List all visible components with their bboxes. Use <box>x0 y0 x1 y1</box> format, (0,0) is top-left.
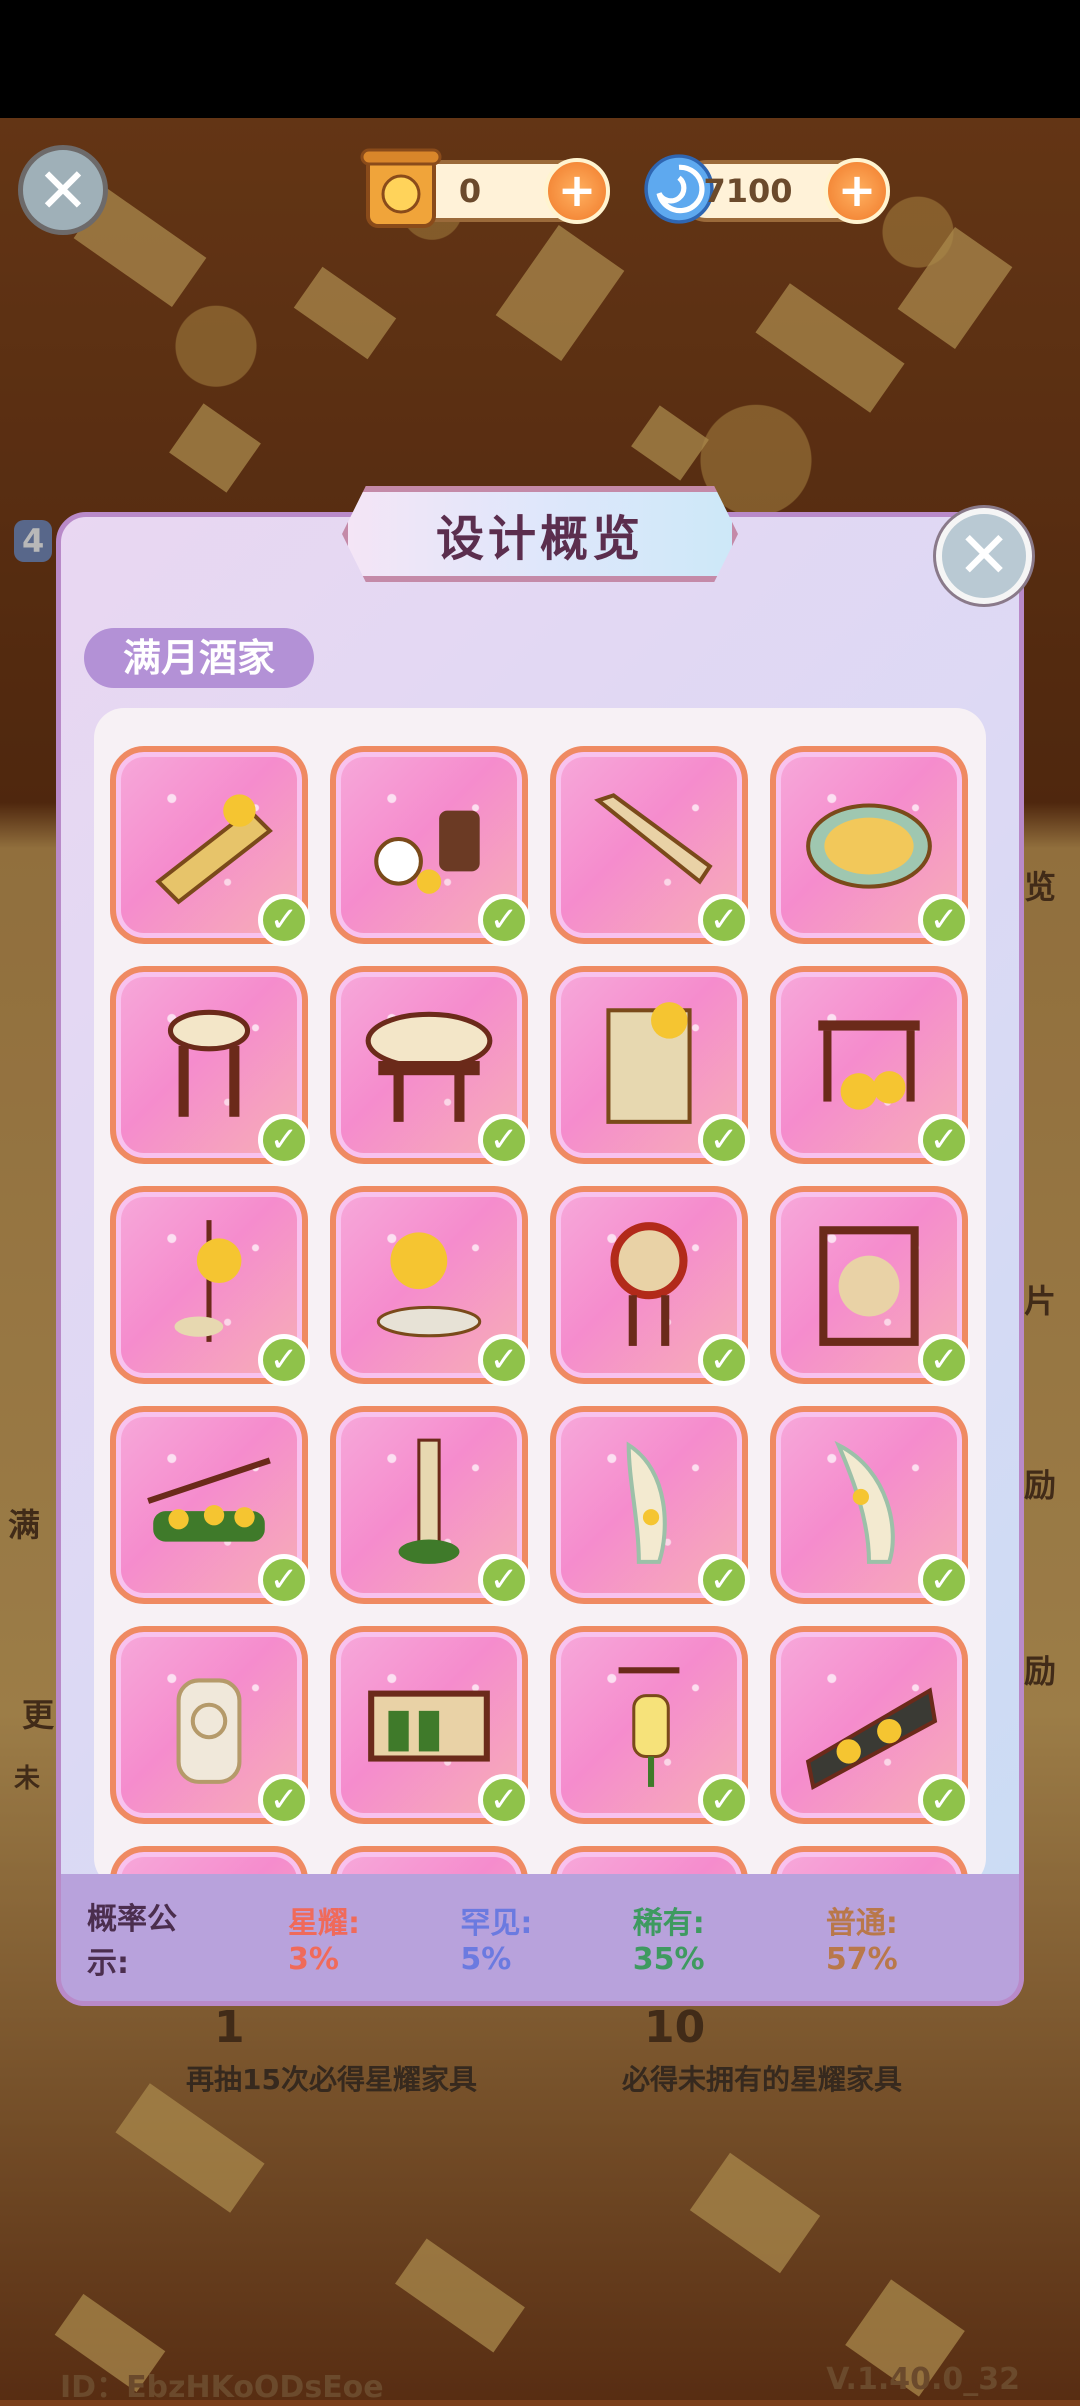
probability-rare2: 稀有: 35% <box>632 1906 705 1977</box>
probability-star: 星耀: 3% <box>288 1906 361 1977</box>
owned-check-icon: ✓ <box>698 1334 750 1386</box>
furniture-item[interactable]: ✓ <box>330 1626 530 1826</box>
furniture-item[interactable]: ✓ <box>110 1406 310 1606</box>
probability-label: 概率公示: <box>87 1901 177 1981</box>
owned-check-icon: ✓ <box>478 1554 530 1606</box>
golden-fan-icon <box>155 794 273 905</box>
cabinet-icon <box>368 1690 490 1762</box>
probability-rare1: 罕见: 5% <box>460 1906 533 1977</box>
close-icon[interactable]: ✕ <box>18 145 108 235</box>
set-name-tag: 满月酒家 <box>84 628 314 688</box>
owned-check-icon: ✓ <box>478 894 530 946</box>
probability-common: 普通: 57% <box>825 1906 898 1977</box>
owned-check-icon: ✓ <box>258 1554 310 1606</box>
furniture-item[interactable]: ✓ <box>770 966 970 1166</box>
furniture-item[interactable]: ✓ <box>330 1406 530 1606</box>
flower-railing-icon <box>147 1457 271 1542</box>
lattice-screen-icon <box>819 1226 919 1346</box>
round-table-icon <box>365 1011 493 1122</box>
tea-set-icon <box>374 810 480 894</box>
hanging-plant-icon <box>174 1220 242 1342</box>
furniture-item[interactable]: ✓ <box>550 1626 750 1826</box>
owned-check-icon: ✓ <box>258 1774 310 1826</box>
stool-icon <box>167 1009 251 1117</box>
furniture-item[interactable]: ✓ <box>110 1186 310 1386</box>
hanging-vine-icon <box>398 1438 460 1564</box>
furniture-item[interactable]: ✓ <box>770 1186 970 1386</box>
add-currency-1-button[interactable]: + <box>544 158 610 224</box>
furniture-item[interactable]: ✓ <box>770 746 970 946</box>
player-id: ID：EbzHKoODsEoe <box>60 2370 384 2405</box>
owned-check-icon: ✓ <box>698 1114 750 1166</box>
curtain-right-icon <box>834 1440 895 1564</box>
furniture-item[interactable]: ✓ <box>550 746 750 946</box>
owned-check-icon: ✓ <box>698 1554 750 1606</box>
lantern-icon <box>618 1667 680 1787</box>
status-bar <box>0 0 1080 118</box>
flower-stand-icon <box>818 1020 920 1110</box>
item-grid-panel[interactable]: ✓ ✓ ✓ ✓ ✓ ✓ ✓ ✓ ✓ ✓ ✓ ✓ ✓ ✓ ✓ ✓ ✓ ✓ ✓ ✓ <box>94 708 986 1888</box>
close-modal-icon[interactable]: ✕ <box>936 508 1032 604</box>
owned-check-icon: ✓ <box>478 1774 530 1826</box>
furniture-item[interactable]: ✓ <box>110 966 310 1166</box>
round-tray-icon <box>806 803 932 889</box>
furniture-item[interactable]: ✓ <box>550 1406 750 1606</box>
flower-panel-icon <box>805 1687 938 1791</box>
add-currency-2-button[interactable]: + <box>824 158 890 224</box>
currency-2-value: 7100 <box>703 172 793 210</box>
currency-swirl: 7100 + <box>644 154 890 224</box>
owned-check-icon: ✓ <box>918 1334 970 1386</box>
owned-check-icon: ✓ <box>698 894 750 946</box>
modal-title: 设计概览 <box>342 486 738 582</box>
drum-stand-icon <box>610 1222 688 1346</box>
owned-check-icon: ✓ <box>478 1334 530 1386</box>
owned-check-icon: ✓ <box>918 1554 970 1606</box>
version-label: V.1.40.0_32 <box>826 2362 1020 2397</box>
furniture-item[interactable]: ✓ <box>770 1626 970 1826</box>
furniture-item[interactable]: ✓ <box>110 1626 310 1826</box>
furniture-item[interactable]: ✓ <box>550 966 750 1166</box>
stone-lion-icon <box>176 1678 242 1784</box>
furniture-item[interactable]: ✓ <box>330 966 530 1166</box>
owned-check-icon: ✓ <box>258 1114 310 1166</box>
currency-1-value: 0 <box>458 172 482 210</box>
owned-check-icon: ✓ <box>258 894 310 946</box>
furniture-item[interactable]: ✓ <box>330 1186 530 1386</box>
owned-check-icon: ✓ <box>478 1114 530 1166</box>
owned-check-icon: ✓ <box>698 1774 750 1826</box>
bonsai-icon <box>376 1232 482 1338</box>
furniture-item[interactable]: ✓ <box>110 746 310 946</box>
wooden-plank-icon <box>594 793 713 885</box>
painted-screen-icon <box>606 1002 692 1124</box>
probability-bar: 概率公示: 星耀: 3% 罕见: 5% 稀有: 35% 普通: 57% <box>56 1874 1024 2006</box>
owned-check-icon: ✓ <box>918 1114 970 1166</box>
furniture-item[interactable]: ✓ <box>330 746 530 946</box>
currency-scroll: 0 + <box>360 148 610 228</box>
owned-check-icon: ✓ <box>918 894 970 946</box>
curtain-left-icon <box>626 1441 667 1564</box>
owned-check-icon: ✓ <box>258 1334 310 1386</box>
furniture-item[interactable]: ✓ <box>550 1186 750 1386</box>
owned-check-icon: ✓ <box>918 1774 970 1826</box>
furniture-item[interactable]: ✓ <box>770 1406 970 1606</box>
